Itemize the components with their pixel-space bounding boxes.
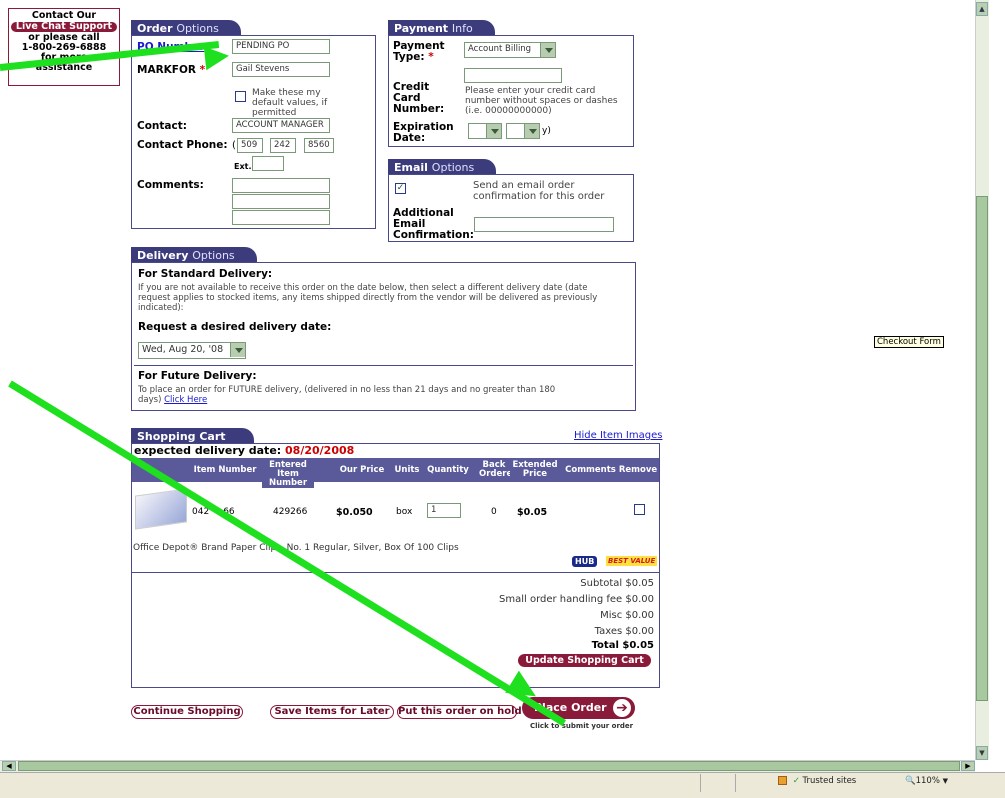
status-segment-2 — [735, 774, 765, 792]
exp-month-select[interactable] — [468, 123, 502, 139]
place-order-subtext: Click to submit your order — [530, 722, 634, 730]
exp-suffix: y) — [542, 126, 551, 136]
scroll-up-button[interactable]: ▲ — [976, 2, 988, 16]
order-options-tab: Order Options — [131, 20, 241, 35]
credit-card-input[interactable] — [464, 68, 562, 83]
future-delivery-heading: For Future Delivery: — [138, 370, 257, 382]
credit-card-label: Credit Card Number: — [393, 81, 445, 115]
col-remove: Remove — [618, 465, 658, 475]
arrow-right-icon: ➔ — [613, 699, 631, 717]
misc: Misc $0.00 — [600, 610, 654, 621]
scroll-left-button[interactable]: ◀ — [2, 761, 16, 771]
our-price: $0.050 — [336, 507, 373, 518]
support-box: Contact Our Live Chat Support or please … — [8, 8, 120, 86]
comments-input-1[interactable] — [232, 178, 330, 193]
standard-delivery-heading: For Standard Delivery: — [138, 268, 273, 280]
email-options-tab: Email Options — [388, 159, 497, 174]
horizontal-thumb[interactable] — [18, 761, 960, 771]
future-click-here-link[interactable]: Click Here — [164, 395, 207, 405]
continue-shopping-button[interactable]: Continue Shopping — [131, 705, 243, 719]
checkout-form-tooltip: Checkout Form — [874, 336, 944, 348]
markfor-label: MARKFOR * — [137, 64, 206, 76]
comments-input-3[interactable] — [232, 210, 330, 225]
taxes: Taxes $0.00 — [594, 626, 654, 637]
email-confirmation-label: Send an email order confirmation for thi… — [473, 180, 605, 202]
security-zone[interactable]: ✓ Trusted sites — [778, 776, 856, 786]
scroll-down-button[interactable]: ▼ — [976, 746, 988, 760]
entered-item-number: 429266 — [273, 507, 308, 517]
col-entered-item-number: Entered Item Number — [262, 461, 314, 488]
check-icon: ✓ — [792, 776, 800, 786]
col-extended-price: Extended Price — [510, 461, 560, 479]
units: box — [396, 507, 413, 517]
default-values-label: Make these my default values, if permitt… — [252, 88, 328, 118]
update-cart-button[interactable]: Update Shopping Cart — [518, 654, 651, 667]
payment-info-tab: Payment Info — [388, 20, 495, 35]
shopping-cart-tab: Shopping Cart — [131, 428, 254, 443]
delivery-date-select[interactable]: Wed, Aug 20, '08 — [138, 342, 246, 359]
expected-delivery-label: expected delivery date: 08/20/2008 — [134, 444, 355, 457]
subtotal: Subtotal $0.05 — [580, 578, 654, 589]
col-units: Units — [392, 466, 422, 475]
back-ordered: 0 — [491, 507, 497, 517]
request-date-heading: Request a desired delivery date: — [138, 321, 332, 333]
phone-prefix-input[interactable]: 242 — [270, 138, 296, 153]
payment-type-select[interactable]: Account Billing — [464, 42, 556, 58]
annotation-arrowhead-top — [203, 43, 231, 71]
expiration-label: Expiration Date: — [393, 121, 454, 144]
col-our-price: Our Price — [337, 466, 387, 475]
contact-input[interactable]: ACCOUNT MANAGER — [232, 118, 330, 133]
default-values-checkbox[interactable] — [235, 91, 246, 102]
best-value-badge: BEST VALUE — [606, 556, 658, 566]
total: Total $0.05 — [591, 640, 654, 651]
quantity-input[interactable]: 1 — [427, 503, 461, 518]
exp-year-select[interactable] — [506, 123, 540, 139]
hide-item-images-link[interactable]: Hide Item Images — [574, 430, 662, 441]
additional-email-input[interactable] — [474, 217, 614, 232]
credit-card-help: Please enter your credit card number wit… — [465, 86, 618, 116]
contact-label: Contact: — [137, 120, 187, 132]
zoom-control[interactable]: 🔍110% ▼ — [905, 776, 948, 786]
hold-order-button[interactable]: Put this order on hold — [397, 705, 522, 719]
phone-line-input[interactable]: 8560 — [304, 138, 334, 153]
col-comments: Comments — [563, 466, 618, 475]
contact-phone-label: Contact Phone: — [137, 139, 228, 151]
po-number-input[interactable]: PENDING PO — [232, 39, 330, 54]
cart-divider — [132, 572, 659, 573]
email-confirmation-checkbox[interactable]: ✓ — [395, 183, 406, 194]
chevron-down-icon: ▼ — [942, 777, 948, 785]
remove-checkbox[interactable] — [634, 504, 645, 515]
scroll-right-button[interactable]: ▶ — [961, 761, 975, 771]
scrollbar-thumb[interactable] — [976, 196, 988, 701]
extended-price: $0.05 — [517, 507, 548, 518]
handling-fee: Small order handling fee $0.00 — [499, 594, 654, 605]
ext-label: Ext. — [234, 162, 252, 171]
paren: ( — [232, 140, 236, 151]
support-line1: Contact Our — [31, 10, 97, 21]
comments-label: Comments: — [137, 179, 204, 191]
delivery-options-tab: Delivery Options — [131, 247, 257, 262]
save-items-later-button[interactable]: Save Items for Later — [270, 705, 394, 719]
payment-type-label: Payment Type: * — [393, 40, 445, 63]
shield-icon — [778, 776, 787, 785]
col-item-number: Item Number — [190, 466, 260, 475]
ext-input[interactable] — [252, 156, 284, 171]
phone-area-input[interactable]: 509 — [237, 138, 263, 153]
additional-email-label: Additional Email Confirmation: — [393, 207, 474, 241]
magnifier-icon: 🔍 — [905, 776, 916, 786]
live-chat-badge[interactable]: Live Chat Support — [11, 22, 117, 32]
col-back-ordered: Back Ordered — [479, 460, 519, 479]
markfor-input[interactable]: Gail Stevens — [232, 62, 330, 77]
future-delivery-text: To place an order for FUTURE delivery, (… — [138, 385, 556, 405]
item-description: Office Depot® Brand Paper Clips, No. 1 R… — [133, 543, 459, 553]
standard-delivery-text: If you are not available to receive this… — [138, 283, 598, 313]
hub-badge: HUB — [572, 556, 598, 567]
comments-input-2[interactable] — [232, 194, 330, 209]
col-quantity: Quantity — [425, 466, 471, 475]
delivery-divider — [134, 365, 633, 366]
